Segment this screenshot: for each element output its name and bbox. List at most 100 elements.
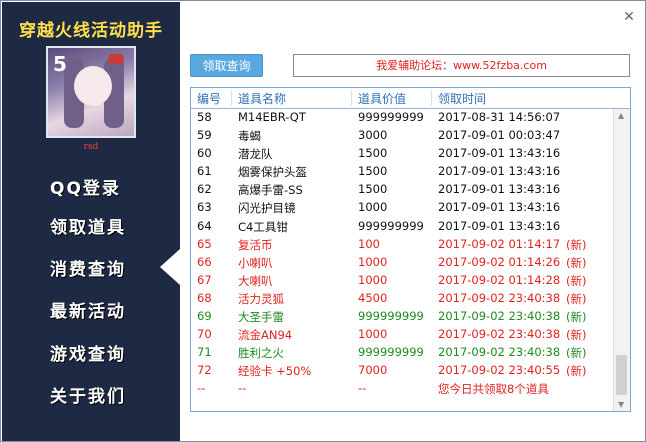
cell-time: 2017-09-01 13:43:16 [438, 164, 561, 179]
column-header-name[interactable]: 道具名称 [238, 90, 286, 107]
cell-value: 1000 [358, 272, 388, 287]
cell-value: 100 [358, 236, 380, 251]
scroll-thumb[interactable] [616, 355, 627, 395]
nav-label: 消费查询 [50, 260, 126, 280]
cell-time: 2017-09-01 13:43:16 [438, 200, 561, 215]
nav-label: 关于我们 [50, 387, 126, 407]
table-row[interactable]: 72 经验卡 +50% 7000 2017-09-02 23:40:55 (新) [191, 362, 611, 380]
cell-time: 2017-08-31 14:56:07 [438, 110, 561, 124]
cell-name: 大圣手雷 [238, 310, 284, 325]
cell-name: 潜龙队 [238, 147, 273, 162]
nav-label: 游戏查询 [50, 345, 126, 365]
table-row[interactable]: 58 M14EBR-QT 999999999 2017-08-31 14:56:07 [191, 109, 611, 127]
cell-value: 4500 [358, 290, 388, 305]
nav-claim-items[interactable]: 领取道具 [2, 207, 180, 243]
items-table[interactable]: 编号 道具名称 道具价值 领取时间 58 M14EBR-QT 999999999 20… [190, 87, 631, 412]
table-row[interactable]: 67 大喇叭 1000 2017-09-02 01:14:28 (新) [191, 272, 611, 290]
active-indicator-icon [160, 249, 180, 285]
sidebar: 穿越火线活动助手 5 rsd QQ登录 领取道具 消费查询 最新活动 游戏查询 … [2, 2, 180, 441]
table-row[interactable]: 62 高爆手雷-SS 1500 2017-09-01 13:43:16 [191, 181, 611, 199]
cell-name: 大喇叭 [238, 273, 273, 288]
avatar[interactable]: 5 [46, 46, 136, 138]
cell-value: 999999999 [358, 218, 424, 233]
cell-id: 70 [197, 327, 212, 342]
cell-id: 71 [197, 345, 212, 360]
cell-id: 58 [197, 110, 212, 124]
cell-time: 2017-09-01 00:03:47 [438, 128, 561, 143]
table-row[interactable]: 64 C4工具钳 999999999 2017-09-01 13:43:16 [191, 218, 611, 236]
nav-latest-events[interactable]: 最新活动 [2, 291, 180, 327]
avatar-badge: 5 [53, 52, 67, 76]
cell-time: 您今日共领取8个道具 [438, 382, 549, 397]
cell-time: 2017-09-02 23:40:38 [438, 345, 561, 360]
table-row[interactable]: -- -- -- 您今日共领取8个道具 [191, 380, 611, 398]
cell-value: 3000 [358, 128, 388, 143]
nav-consume-query[interactable]: 消费查询 [2, 249, 180, 285]
cell-name: -- [238, 381, 247, 396]
cell-id: 66 [197, 254, 212, 269]
cell-value: 1000 [358, 200, 388, 215]
cell-id: 60 [197, 146, 212, 161]
table-row[interactable]: 65 复活币 100 2017-09-02 01:14:17 (新) [191, 236, 611, 254]
table-body: 58 M14EBR-QT 999999999 2017-08-31 14:56:07 5… [191, 109, 611, 399]
nav-game-query[interactable]: 游戏查询 [2, 334, 180, 370]
cell-name: 闪光护目镜 [238, 201, 296, 216]
close-icon[interactable]: ✕ [615, 3, 643, 31]
cell-value: 1500 [358, 146, 388, 161]
nav-about-us[interactable]: 关于我们 [2, 376, 180, 412]
new-badge: (新) [566, 364, 587, 379]
column-header-value[interactable]: 道具价值 [358, 90, 406, 107]
table-row[interactable]: 66 小喇叭 1000 2017-09-02 01:14:26 (新) [191, 254, 611, 272]
new-badge: (新) [566, 346, 587, 361]
cell-value: -- [358, 381, 367, 396]
cell-name: 复活币 [238, 237, 273, 252]
nav-label: QQ登录 [50, 179, 121, 199]
cell-time: 2017-09-02 01:14:28 [438, 272, 561, 287]
scroll-up-icon[interactable]: ▲ [618, 111, 624, 120]
vertical-scrollbar[interactable]: ▲ ▼ [613, 109, 630, 411]
table-row[interactable]: 63 闪光护目镜 1000 2017-09-01 13:43:16 [191, 199, 611, 217]
cell-id: 61 [197, 164, 212, 179]
table-row[interactable]: 71 胜利之火 999999999 2017-09-02 23:40:38 (新) [191, 344, 611, 362]
app-title: 穿越火线活动助手 [19, 21, 163, 41]
cell-time: 2017-09-02 01:14:26 [438, 254, 561, 269]
table-header: 编号 道具名称 道具价值 领取时间 [191, 88, 630, 109]
cell-time: 2017-09-02 23:40:55 [438, 363, 561, 378]
column-header-id[interactable]: 编号 [197, 90, 221, 107]
cell-id: 67 [197, 272, 212, 287]
query-button[interactable]: 领取查询 [190, 54, 263, 77]
cell-id: 65 [197, 236, 212, 251]
table-row[interactable]: 60 潜龙队 1500 2017-09-01 13:43:16 [191, 145, 611, 163]
cell-time: 2017-09-02 01:14:17 [438, 236, 561, 251]
cell-name: 经验卡 +50% [238, 364, 312, 379]
cell-value: 1000 [358, 327, 388, 342]
cell-value: 999999999 [358, 309, 424, 324]
cell-id: 62 [197, 182, 212, 197]
nav-label: 最新活动 [50, 302, 126, 322]
table-row[interactable]: 59 毒蝎 3000 2017-09-01 00:03:47 [191, 127, 611, 145]
scroll-down-icon[interactable]: ▼ [618, 400, 624, 409]
cell-name: C4工具钳 [238, 219, 288, 234]
cell-id: 59 [197, 128, 212, 143]
new-badge: (新) [566, 237, 587, 252]
table-row[interactable]: 68 活力灵狐 4500 2017-09-02 23:40:38 (新) [191, 290, 611, 308]
table-row[interactable]: 61 烟雾保护头盔 1500 2017-09-01 13:43:16 [191, 163, 611, 181]
nav-label: 领取道具 [50, 218, 126, 238]
cell-time: 2017-09-02 23:40:38 [438, 309, 561, 324]
app-window: ✕ 穿越火线活动助手 5 rsd QQ登录 领取道具 消费查询 最新活动 游戏查… [0, 0, 646, 442]
table-row[interactable]: 70 流金AN94 1000 2017-09-02 23:40:38 (新) [191, 326, 611, 344]
nav-qq-login[interactable]: QQ登录 [2, 168, 180, 204]
cell-time: 2017-09-02 23:40:38 [438, 290, 561, 305]
cell-name: 高爆手雷-SS [238, 183, 303, 198]
cell-name: 流金AN94 [238, 328, 293, 343]
cell-id: -- [197, 381, 206, 396]
table-row[interactable]: 69 大圣手雷 999999999 2017-09-02 23:40:38 (新) [191, 308, 611, 326]
new-badge: (新) [566, 273, 587, 288]
new-badge: (新) [566, 310, 587, 325]
cell-value: 1000 [358, 254, 388, 269]
new-badge: (新) [566, 328, 587, 343]
cell-id: 64 [197, 218, 212, 233]
cell-value: 1500 [358, 164, 388, 179]
column-header-time[interactable]: 领取时间 [438, 90, 486, 107]
forum-link[interactable]: 我爱辅助论坛：www.52fzba.com [293, 54, 630, 77]
